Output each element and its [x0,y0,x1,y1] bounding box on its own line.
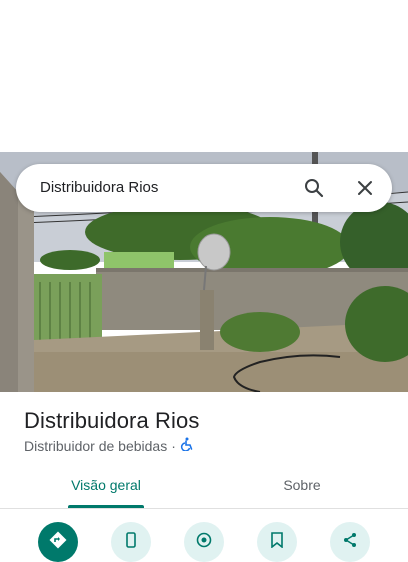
phone-icon [123,531,139,553]
call-button[interactable] [111,522,151,562]
search-query[interactable]: Distribuidora Rios [40,164,158,212]
tab-about[interactable]: Sobre [244,466,360,506]
nearby-icon [195,531,213,554]
search-icon[interactable] [302,176,326,200]
share-icon [342,532,358,553]
place-tabs: Visão geral Sobre [0,466,408,508]
place-title: Distribuidora Rios [24,408,200,433]
separator-dot: · [171,437,176,454]
close-icon[interactable] [353,176,377,200]
directions-icon [49,531,67,554]
directions-button[interactable] [38,522,78,562]
place-category: Distribuidor de bebidas [24,437,168,454]
search-bar[interactable]: Distribuidora Rios [16,164,392,212]
place-subtitle: Distribuidor de bebidas · [24,437,194,454]
save-icon [269,531,285,553]
tab-overview[interactable]: Visão geral [44,466,168,506]
share-button[interactable] [330,522,370,562]
nearby-button[interactable] [184,522,224,562]
wheelchair-accessible-icon [180,437,194,454]
tabs-divider [0,508,408,509]
save-button[interactable] [257,522,297,562]
